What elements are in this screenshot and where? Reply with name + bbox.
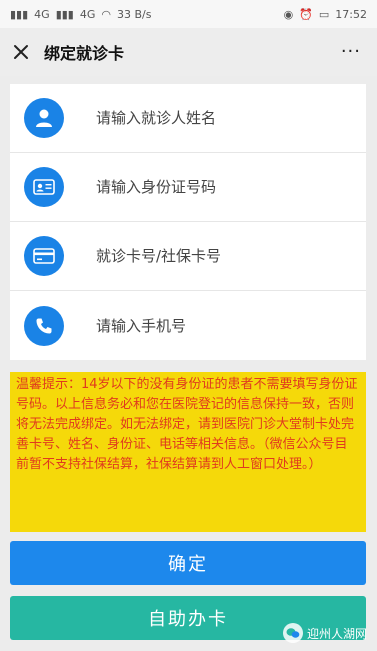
idcard-row: [10, 153, 366, 222]
status-right: ◉ ⏰ ▭ 17:52: [284, 8, 367, 21]
watermark-logo-icon: [282, 623, 303, 643]
watermark-text: 迎州人湖网: [306, 626, 367, 641]
network-type-2: 4G: [79, 7, 96, 21]
status-bar: ▮▮▮ 4G ▮▮▮ 4G ◠ 33 B/s ◉ ⏰ ▭ 17:52: [0, 0, 377, 28]
clock: 17:52: [335, 7, 367, 21]
patient-name-input[interactable]: [96, 98, 366, 138]
close-icon[interactable]: [10, 41, 32, 63]
card-row: [10, 222, 366, 291]
name-row: [10, 84, 366, 153]
confirm-button[interactable]: 确定: [10, 541, 366, 585]
phone-icon: [24, 305, 64, 346]
id-card-icon: [24, 167, 64, 207]
phone-row: [10, 291, 366, 360]
wifi-icon: ◠: [101, 7, 112, 21]
battery-icon: ▭: [318, 7, 330, 21]
signal-icon: ▮▮▮: [10, 7, 29, 21]
nav-bar: 绑定就诊卡 ···: [0, 28, 377, 76]
bind-card-form: [10, 84, 366, 360]
notice-text: 温馨提示：14岁以下的没有身份证的患者不需要填写身份证号码。以上信息务必和您在医…: [10, 372, 366, 532]
eye-icon: ◉: [283, 7, 294, 21]
alarm-icon: ⏰: [299, 7, 313, 21]
more-menu-icon[interactable]: ···: [335, 43, 367, 61]
user-icon: [24, 98, 64, 138]
net-speed: 33 B/s: [117, 7, 152, 21]
network-type: 4G: [34, 7, 50, 21]
watermark: 迎州人湖网: [282, 623, 367, 643]
card-number-input[interactable]: [96, 236, 366, 276]
credit-card-icon: [24, 236, 64, 276]
page-title: 绑定就诊卡: [44, 44, 125, 63]
signal-icon-2: ▮▮▮: [55, 7, 74, 21]
status-left: ▮▮▮ 4G ▮▮▮ 4G ◠ 33 B/s: [10, 8, 152, 21]
phone-input[interactable]: [96, 305, 366, 346]
id-number-input[interactable]: [96, 167, 366, 207]
